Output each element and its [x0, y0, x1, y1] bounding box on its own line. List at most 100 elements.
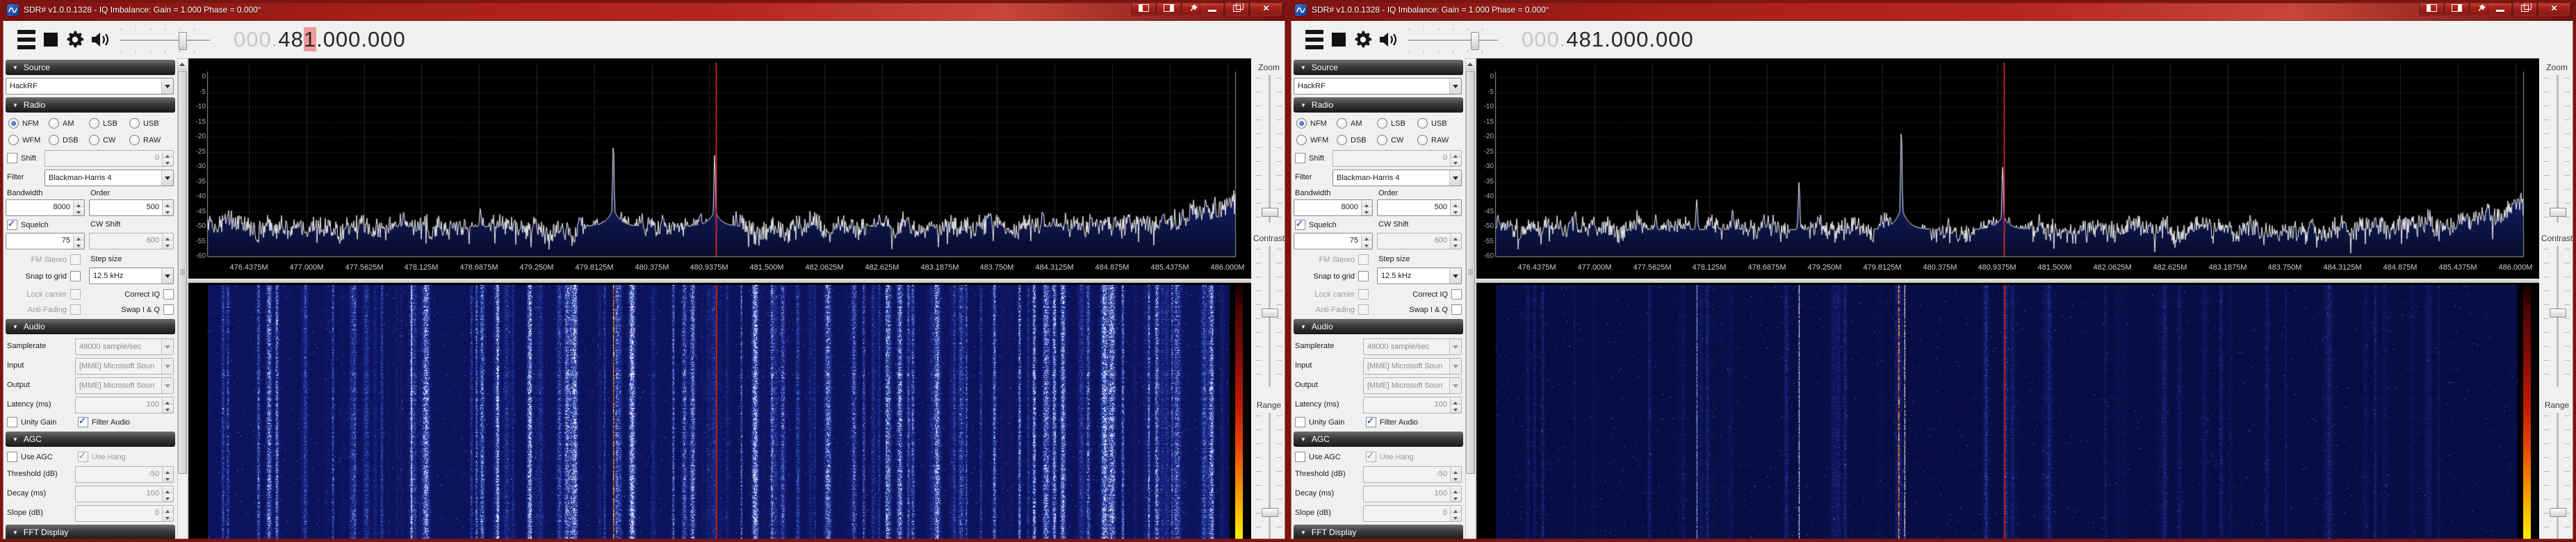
filter-select[interactable]: Blackman-Harris 4: [1332, 170, 1462, 186]
bandwidth-spinner[interactable]: 8000: [6, 199, 85, 216]
panel-header-agc[interactable]: ▼AGC: [6, 432, 175, 447]
shift-value-spinner[interactable]: 0: [1332, 150, 1462, 167]
volume-slider-handle[interactable]: [1471, 32, 1479, 50]
correct-iq-checkbox[interactable]: Correct IQ: [124, 289, 174, 299]
latency-spinner[interactable]: 100: [1363, 397, 1462, 413]
filter-audio-checkbox[interactable]: Filter Audio: [1366, 417, 1418, 427]
dock-left-button[interactable]: [1132, 0, 1156, 16]
threshold-spinner[interactable]: -50: [75, 466, 174, 483]
mode-radio-usb[interactable]: USB: [1417, 118, 1447, 129]
scrollbar-thumb[interactable]: [178, 71, 187, 474]
use-agc-checkbox[interactable]: Use AGC: [1295, 452, 1341, 462]
source-device-select[interactable]: HackRF: [6, 78, 174, 95]
squelch-checkbox[interactable]: Squelch: [1295, 220, 1337, 230]
close-button[interactable]: ✕: [2538, 0, 2570, 16]
frequency-dim-digits[interactable]: 000.: [1522, 27, 1566, 51]
zoom-slider[interactable]: [2541, 75, 2573, 222]
filter-select[interactable]: Blackman-Harris 4: [44, 170, 174, 186]
contrast-slider-handle[interactable]: [1262, 309, 1278, 318]
restore-button[interactable]: [2513, 0, 2537, 16]
titlebar[interactable]: SDR# v1.0.0.1328 - IQ Imbalance: Gain = …: [0, 0, 1288, 21]
step-size-select[interactable]: 12.5 kHz: [89, 268, 174, 284]
samplerate-select[interactable]: 48000 sample/sec: [75, 338, 174, 355]
mute-button[interactable]: [90, 31, 111, 49]
range-slider-handle[interactable]: [2550, 508, 2566, 517]
squelch-value-spinner[interactable]: 75: [6, 233, 85, 249]
threshold-spinner[interactable]: -50: [1363, 466, 1462, 483]
swap-iq-checkbox[interactable]: Swap I & Q: [1409, 304, 1462, 315]
waterfall-canvas[interactable]: [1496, 285, 2518, 541]
filter-audio-checkbox[interactable]: Filter Audio: [78, 417, 130, 427]
mode-radio-raw[interactable]: RAW: [129, 135, 161, 145]
spinner-arrows[interactable]: [162, 151, 173, 166]
mode-radio-cw[interactable]: CW: [1377, 135, 1403, 145]
panel-header-fft-display[interactable]: ▼FFT Display: [6, 525, 175, 540]
bandwidth-spinner[interactable]: 8000: [1294, 199, 1373, 216]
mute-button[interactable]: [1378, 31, 1399, 49]
unity-gain-checkbox[interactable]: Unity Gain: [1295, 417, 1344, 427]
minimize-button[interactable]: [1200, 0, 1224, 16]
spectrum-waterfall-divider[interactable]: [1476, 279, 2539, 283]
unity-gain-checkbox[interactable]: Unity Gain: [7, 417, 56, 427]
mode-radio-lsb[interactable]: LSB: [89, 118, 117, 129]
order-spinner[interactable]: 500: [89, 199, 174, 216]
volume-slider[interactable]: [120, 28, 210, 53]
samplerate-select[interactable]: 48000 sample/sec: [1363, 338, 1462, 355]
dock-left-button[interactable]: [2420, 0, 2444, 16]
mode-radio-raw[interactable]: RAW: [1417, 135, 1449, 145]
panel-header-radio[interactable]: ▼Radio: [1294, 97, 1463, 113]
stop-button[interactable]: [1332, 33, 1346, 47]
frequency-hovered-digit[interactable]: 1: [304, 27, 316, 51]
frequency-display[interactable]: 000.481.000.000: [1522, 27, 1694, 52]
cw-shift-spinner[interactable]: 600: [89, 233, 174, 249]
fft-spectrum-canvas[interactable]: [1476, 58, 2539, 264]
restore-button[interactable]: [1225, 0, 1249, 16]
decay-spinner[interactable]: 100: [1363, 486, 1462, 502]
scrollbar-thumb[interactable]: [1466, 71, 1475, 474]
contrast-slider[interactable]: [1253, 246, 1285, 386]
anti-fading-checkbox[interactable]: Anti-Fading: [1316, 304, 1369, 315]
close-button[interactable]: ✕: [1250, 0, 1282, 16]
sidebar-scrollbar[interactable]: [1465, 58, 1476, 542]
panel-header-fft-display[interactable]: ▼FFT Display: [1294, 525, 1463, 540]
mode-radio-am[interactable]: AM: [49, 118, 74, 129]
mode-radio-wfm[interactable]: WFM: [8, 135, 40, 145]
spectrum-waterfall-divider[interactable]: [188, 279, 1251, 283]
range-slider[interactable]: [1253, 413, 1285, 542]
source-device-select[interactable]: HackRF: [1294, 78, 1462, 95]
mode-radio-usb[interactable]: USB: [129, 118, 159, 129]
panel-header-source[interactable]: ▼Source: [1294, 60, 1463, 75]
sidebar-scrollbar[interactable]: [177, 58, 188, 542]
menu-button[interactable]: [17, 30, 35, 49]
scroll-up-button[interactable]: [1466, 59, 1475, 70]
minimize-button[interactable]: [2488, 0, 2512, 16]
panel-header-audio[interactable]: ▼Audio: [6, 319, 175, 334]
use-hang-checkbox[interactable]: Use Hang: [1366, 452, 1414, 462]
frequency-display[interactable]: 000.481.000.000: [234, 27, 406, 52]
correct-iq-checkbox[interactable]: Correct IQ: [1412, 289, 1462, 299]
dock-right-button[interactable]: [2445, 0, 2469, 16]
cw-shift-spinner[interactable]: 600: [1377, 233, 1462, 249]
contrast-slider[interactable]: [2541, 246, 2573, 386]
frequency-digits[interactable]: .000.000: [316, 27, 406, 51]
waterfall-canvas[interactable]: [208, 285, 1230, 541]
range-slider-handle[interactable]: [1262, 508, 1278, 517]
lock-carrier-checkbox[interactable]: Lock carrier: [27, 289, 81, 299]
zoom-slider-handle[interactable]: [2550, 208, 2566, 217]
panel-header-audio[interactable]: ▼Audio: [1294, 319, 1463, 334]
scroll-up-button[interactable]: [178, 59, 187, 70]
volume-slider-handle[interactable]: [179, 32, 187, 50]
zoom-slider-handle[interactable]: [1262, 208, 1278, 217]
audio-output-select[interactable]: [MME] Microsoft Soun: [75, 377, 174, 394]
menu-button[interactable]: [1305, 30, 1323, 49]
settings-button[interactable]: [65, 30, 85, 49]
use-agc-checkbox[interactable]: Use AGC: [7, 452, 53, 462]
spinner-arrows[interactable]: [1450, 151, 1461, 166]
lock-carrier-checkbox[interactable]: Lock carrier: [1315, 289, 1369, 299]
mode-radio-lsb[interactable]: LSB: [1377, 118, 1405, 129]
volume-slider[interactable]: [1408, 28, 1498, 53]
swap-iq-checkbox[interactable]: Swap I & Q: [121, 304, 174, 315]
frequency-digits[interactable]: 48: [278, 27, 303, 51]
fm-stereo-checkbox[interactable]: FM Stereo: [31, 254, 81, 265]
frequency-digits[interactable]: .000.000: [1604, 27, 1694, 51]
